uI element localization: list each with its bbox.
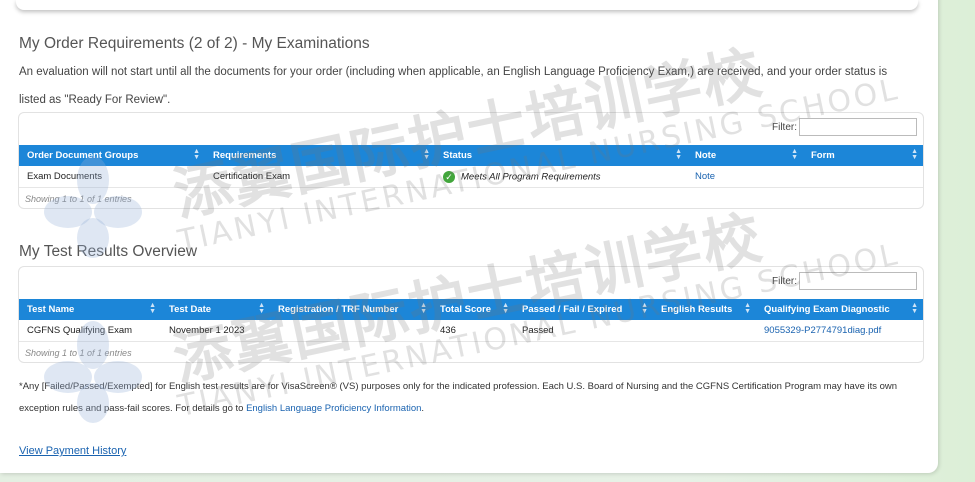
sort-icon: ▲ ▼ [502,302,509,315]
test-showing-entries: Showing 1 to 1 of 1 entries [25,348,132,358]
cell-diagnostic: 9055329-P2774791diag.pdf [756,320,923,342]
col-note[interactable]: Note ▲ ▼ [687,145,803,166]
sort-icon: ▲ ▼ [641,302,648,315]
col-status[interactable]: Status ▲ ▼ [435,145,687,166]
previous-card [16,0,918,10]
col-test-name[interactable]: Test Name ▲ ▼ [19,299,161,320]
sort-icon: ▲ ▼ [791,148,798,161]
col-passed-fail[interactable]: Passed / Fail / Expired ▲ ▼ [514,299,653,320]
sort-icon: ▲ ▼ [911,302,918,315]
filter-label: Filter: [772,121,797,133]
test-results-title: My Test Results Overview [19,243,198,260]
view-payment-history-link[interactable]: View Payment History [19,445,126,457]
cell-total-score: 436 [432,320,514,342]
test-results-card: Filter: Test Name ▲ ▼ Test Date ▲ ▼ Registra… [18,266,924,363]
sort-icon: ▲ ▼ [420,302,427,315]
sort-icon: ▲ ▼ [744,302,751,315]
diagnostic-pdf-link[interactable]: 9055329-P2774791diag.pdf [764,325,881,336]
cell-note: Note [687,166,803,188]
col-qualifying-diagnostic[interactable]: Qualifying Exam Diagnostic ▲ ▼ [756,299,923,320]
order-requirements-intro: An evaluation will not start until all t… [19,66,888,106]
order-filter-input[interactable] [799,118,917,136]
order-filter: Filter: [772,118,917,136]
check-circle-icon: ✓ [443,170,455,183]
sort-icon: ▲ ▼ [423,148,430,161]
test-filter-input[interactable] [799,272,917,290]
filter-label: Filter: [772,275,797,287]
cell-test-date: November 1 2023 [161,320,270,342]
table-row: Exam Documents Certification Exam ✓ Meets… [19,166,923,188]
sort-icon: ▲ ▼ [675,148,682,161]
note-link[interactable]: Note [695,171,715,182]
col-order-document-groups[interactable]: Order Document Groups ▲ ▼ [19,145,205,166]
cell-result: Passed [514,320,653,342]
cell-english-results [653,320,756,342]
col-test-date[interactable]: Test Date ▲ ▼ [161,299,270,320]
col-form[interactable]: Form ▲ ▼ [803,145,923,166]
english-test-footnote: *Any [Failed/Passed/Exempted] for Englis… [19,381,898,414]
cell-group: Exam Documents [19,166,205,188]
col-total-score[interactable]: Total Score ▲ ▼ [432,299,514,320]
cell-form [803,166,923,188]
col-english-results[interactable]: English Results ▲ ▼ [653,299,756,320]
cell-status: ✓ Meets All Program Requirements [435,166,687,188]
order-requirements-table: Order Document Groups ▲ ▼ Requirements ▲ ▼ S… [19,145,923,188]
order-showing-entries: Showing 1 to 1 of 1 entries [25,194,132,204]
sort-icon: ▲ ▼ [193,148,200,161]
sort-icon: ▲ ▼ [149,302,156,315]
col-requirements[interactable]: Requirements ▲ ▼ [205,145,435,166]
english-proficiency-link[interactable]: English Language Proficiency Information [246,403,421,414]
test-results-table: Test Name ▲ ▼ Test Date ▲ ▼ Registration / T… [19,299,923,342]
sort-icon: ▲ ▼ [911,148,918,161]
order-requirements-title: My Order Requirements (2 of 2) - My Exam… [19,35,370,52]
table-row: CGFNS Qualifying Exam November 1 2023 43… [19,320,923,342]
col-registration[interactable]: Registration / TRF Number ▲ ▼ [270,299,432,320]
sort-icon: ▲ ▼ [258,302,265,315]
test-filter: Filter: [772,272,917,290]
cell-registration [270,320,432,342]
order-requirements-card: Filter: Order Document Groups ▲ ▼ Requirem… [18,112,924,209]
cell-requirement: Certification Exam [205,166,435,188]
cell-test-name: CGFNS Qualifying Exam [19,320,161,342]
